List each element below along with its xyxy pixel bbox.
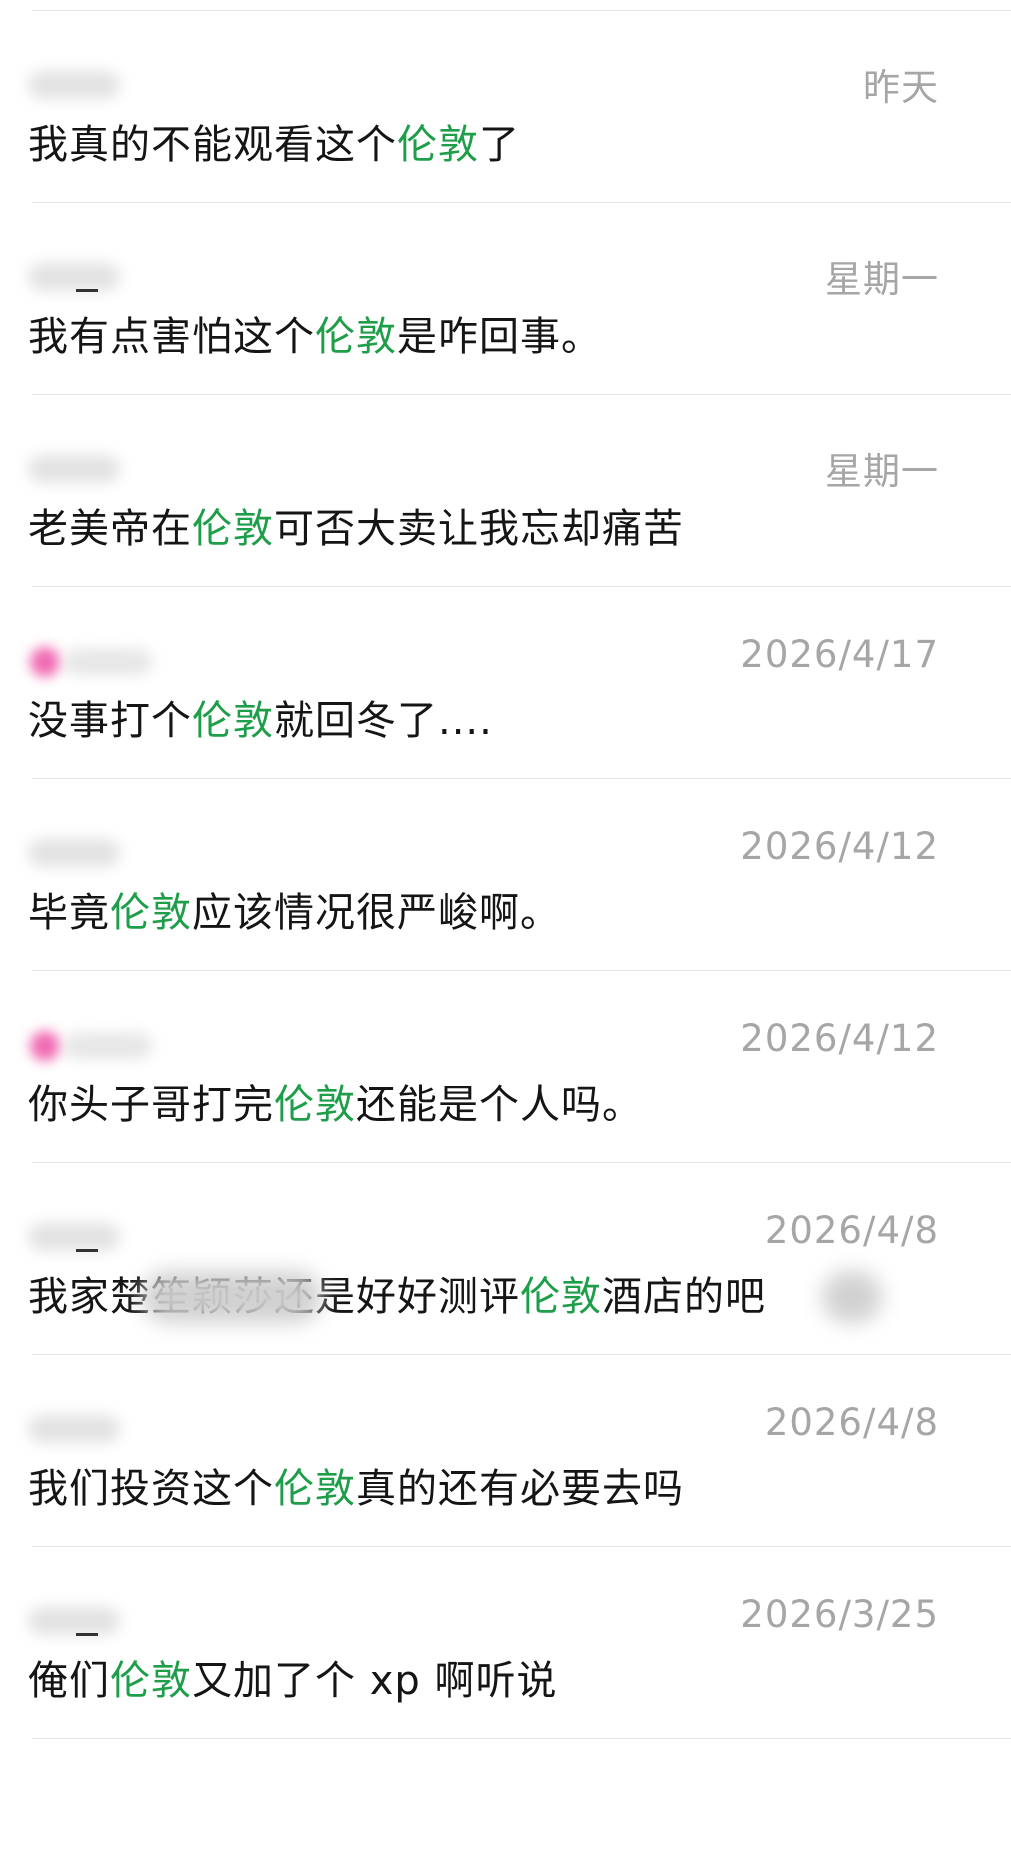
message-text-before: 俺们 <box>28 1658 110 1704</box>
message-preview: 老美帝在伦敦可否大卖让我忘却痛苦 <box>28 499 684 559</box>
list-item[interactable]: 星期一 老美帝在伦敦可否大卖让我忘却痛苦 <box>28 395 1011 587</box>
message-preview: 没事打个伦敦就回冬了.... <box>28 691 493 751</box>
highlighted-keyword: 伦敦 <box>110 890 192 936</box>
message-time: 2026/4/8 <box>764 1209 939 1252</box>
name-underscore <box>76 289 98 292</box>
highlighted-keyword: 伦敦 <box>274 1466 356 1512</box>
message-text-after: 可否大卖让我忘却痛苦 <box>274 506 684 552</box>
name-underscore <box>76 1633 98 1636</box>
list-item[interactable]: 2026/4/8 我家楚笙颖莎还是好好测评伦敦酒店的吧 <box>28 1163 1011 1355</box>
highlighted-keyword: 伦敦 <box>397 122 479 168</box>
message-text-before: 你头子哥打完 <box>28 1082 274 1128</box>
blurred-name <box>64 649 152 675</box>
message-text-after: 了 <box>479 122 520 168</box>
avatar <box>30 1031 60 1061</box>
message-preview: 我们投资这个伦敦真的还有必要去吗 <box>28 1459 684 1519</box>
sender-name-redacted <box>28 1599 168 1639</box>
message-text-after: 又加了个 xp 啊听说 <box>192 1658 558 1704</box>
name-underscore <box>76 1249 98 1252</box>
sender-name-redacted <box>28 1023 168 1063</box>
message-text-after: 还能是个人吗。 <box>356 1082 643 1128</box>
message-time: 2026/4/12 <box>740 825 939 868</box>
message-preview: 毕竟伦敦应该情况很严峻啊。 <box>28 883 561 943</box>
list-item[interactable]: 星期一 我有点害怕这个伦敦是咋回事。 <box>28 203 1011 395</box>
blurred-name <box>28 1223 120 1251</box>
redaction-smudge <box>822 1271 882 1323</box>
sender-name-redacted <box>28 447 168 487</box>
sender-name-redacted <box>28 1407 168 1447</box>
message-text-before: 老美帝在 <box>28 506 192 552</box>
sender-name-redacted <box>28 639 168 679</box>
message-text-before: 我们投资这个 <box>28 1466 274 1512</box>
message-time: 2026/4/8 <box>764 1401 939 1444</box>
avatar <box>30 647 60 677</box>
message-text-before: 我有点害怕这个 <box>28 314 315 360</box>
list-item[interactable]: 2026/4/12 你头子哥打完伦敦还能是个人吗。 <box>28 971 1011 1163</box>
sender-name-redacted <box>28 1215 168 1255</box>
redaction-smudge <box>142 1271 322 1323</box>
highlighted-keyword: 伦敦 <box>274 1082 356 1128</box>
blurred-name <box>28 1415 120 1443</box>
message-text-after: 酒店的吧 <box>602 1274 766 1320</box>
message-time: 2026/3/25 <box>740 1593 939 1636</box>
list-item[interactable]: 2026/4/17 没事打个伦敦就回冬了.... <box>28 587 1011 779</box>
blurred-name <box>28 839 120 867</box>
sender-name-redacted <box>28 831 168 871</box>
sender-name-redacted <box>28 63 168 103</box>
message-time: 昨天 <box>863 66 939 109</box>
list-item[interactable]: 2026/4/8 我们投资这个伦敦真的还有必要去吗 <box>28 1355 1011 1547</box>
list-item[interactable]: 2026/4/12 毕竟伦敦应该情况很严峻啊。 <box>28 779 1011 971</box>
message-preview: 我家楚笙颖莎还是好好测评伦敦酒店的吧 <box>28 1267 766 1327</box>
sender-name-redacted <box>28 255 168 295</box>
message-text-after: 应该情况很严峻啊。 <box>192 890 561 936</box>
blurred-name <box>64 1033 152 1059</box>
list-item[interactable]: 昨天 我真的不能观看这个伦敦了 <box>28 11 1011 203</box>
message-time: 星期一 <box>825 258 939 301</box>
blurred-name <box>28 263 120 291</box>
blurred-name <box>28 1607 120 1635</box>
message-preview: 你头子哥打完伦敦还能是个人吗。 <box>28 1075 643 1135</box>
message-text-after: 真的还有必要去吗 <box>356 1466 684 1512</box>
message-text-after: 是咋回事。 <box>397 314 602 360</box>
search-results-list: 昨天 我真的不能观看这个伦敦了 星期一 我有点害怕这个伦敦是咋回事。 星期一 老… <box>0 11 1011 1739</box>
message-preview: 我真的不能观看这个伦敦了 <box>28 115 520 175</box>
blurred-name <box>28 455 120 483</box>
highlighted-keyword: 伦敦 <box>110 1658 192 1704</box>
message-preview: 我有点害怕这个伦敦是咋回事。 <box>28 307 602 367</box>
highlighted-keyword: 伦敦 <box>520 1274 602 1320</box>
message-preview: 俺们伦敦又加了个 xp 啊听说 <box>28 1651 558 1711</box>
message-text-before: 没事打个 <box>28 698 192 744</box>
message-text-before: 毕竟 <box>28 890 110 936</box>
list-item[interactable]: 2026/3/25 俺们伦敦又加了个 xp 啊听说 <box>28 1547 1011 1739</box>
highlighted-keyword: 伦敦 <box>192 506 274 552</box>
message-text-after: 就回冬了.... <box>274 698 493 744</box>
highlighted-keyword: 伦敦 <box>315 314 397 360</box>
message-text-before: 我真的不能观看这个 <box>28 122 397 168</box>
blurred-name <box>28 71 120 99</box>
message-time: 星期一 <box>825 450 939 493</box>
highlighted-keyword: 伦敦 <box>192 698 274 744</box>
message-time: 2026/4/17 <box>740 633 939 676</box>
message-time: 2026/4/12 <box>740 1017 939 1060</box>
